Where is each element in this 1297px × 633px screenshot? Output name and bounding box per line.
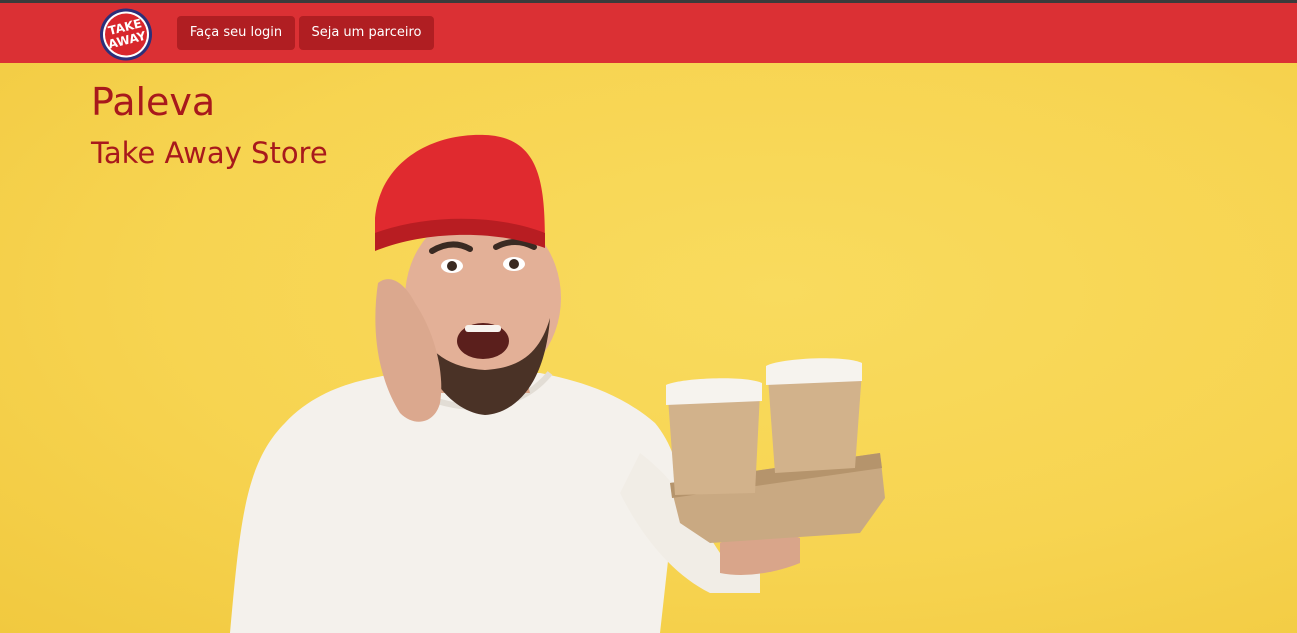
navbar: TAKE AWAY Faça seu login Seja um parceir… [0,3,1297,64]
hero-banner: Paleva Take Away Store [0,63,1297,633]
become-partner-button[interactable]: Seja um parceiro [299,16,434,50]
take-away-logo[interactable]: TAKE AWAY [97,7,155,62]
hero-subtitle: Take Away Store [91,136,328,170]
login-button[interactable]: Faça seu login [177,16,295,50]
delivery-man-holding-coffee-image [230,134,885,633]
hero-title: Paleva [91,80,216,124]
